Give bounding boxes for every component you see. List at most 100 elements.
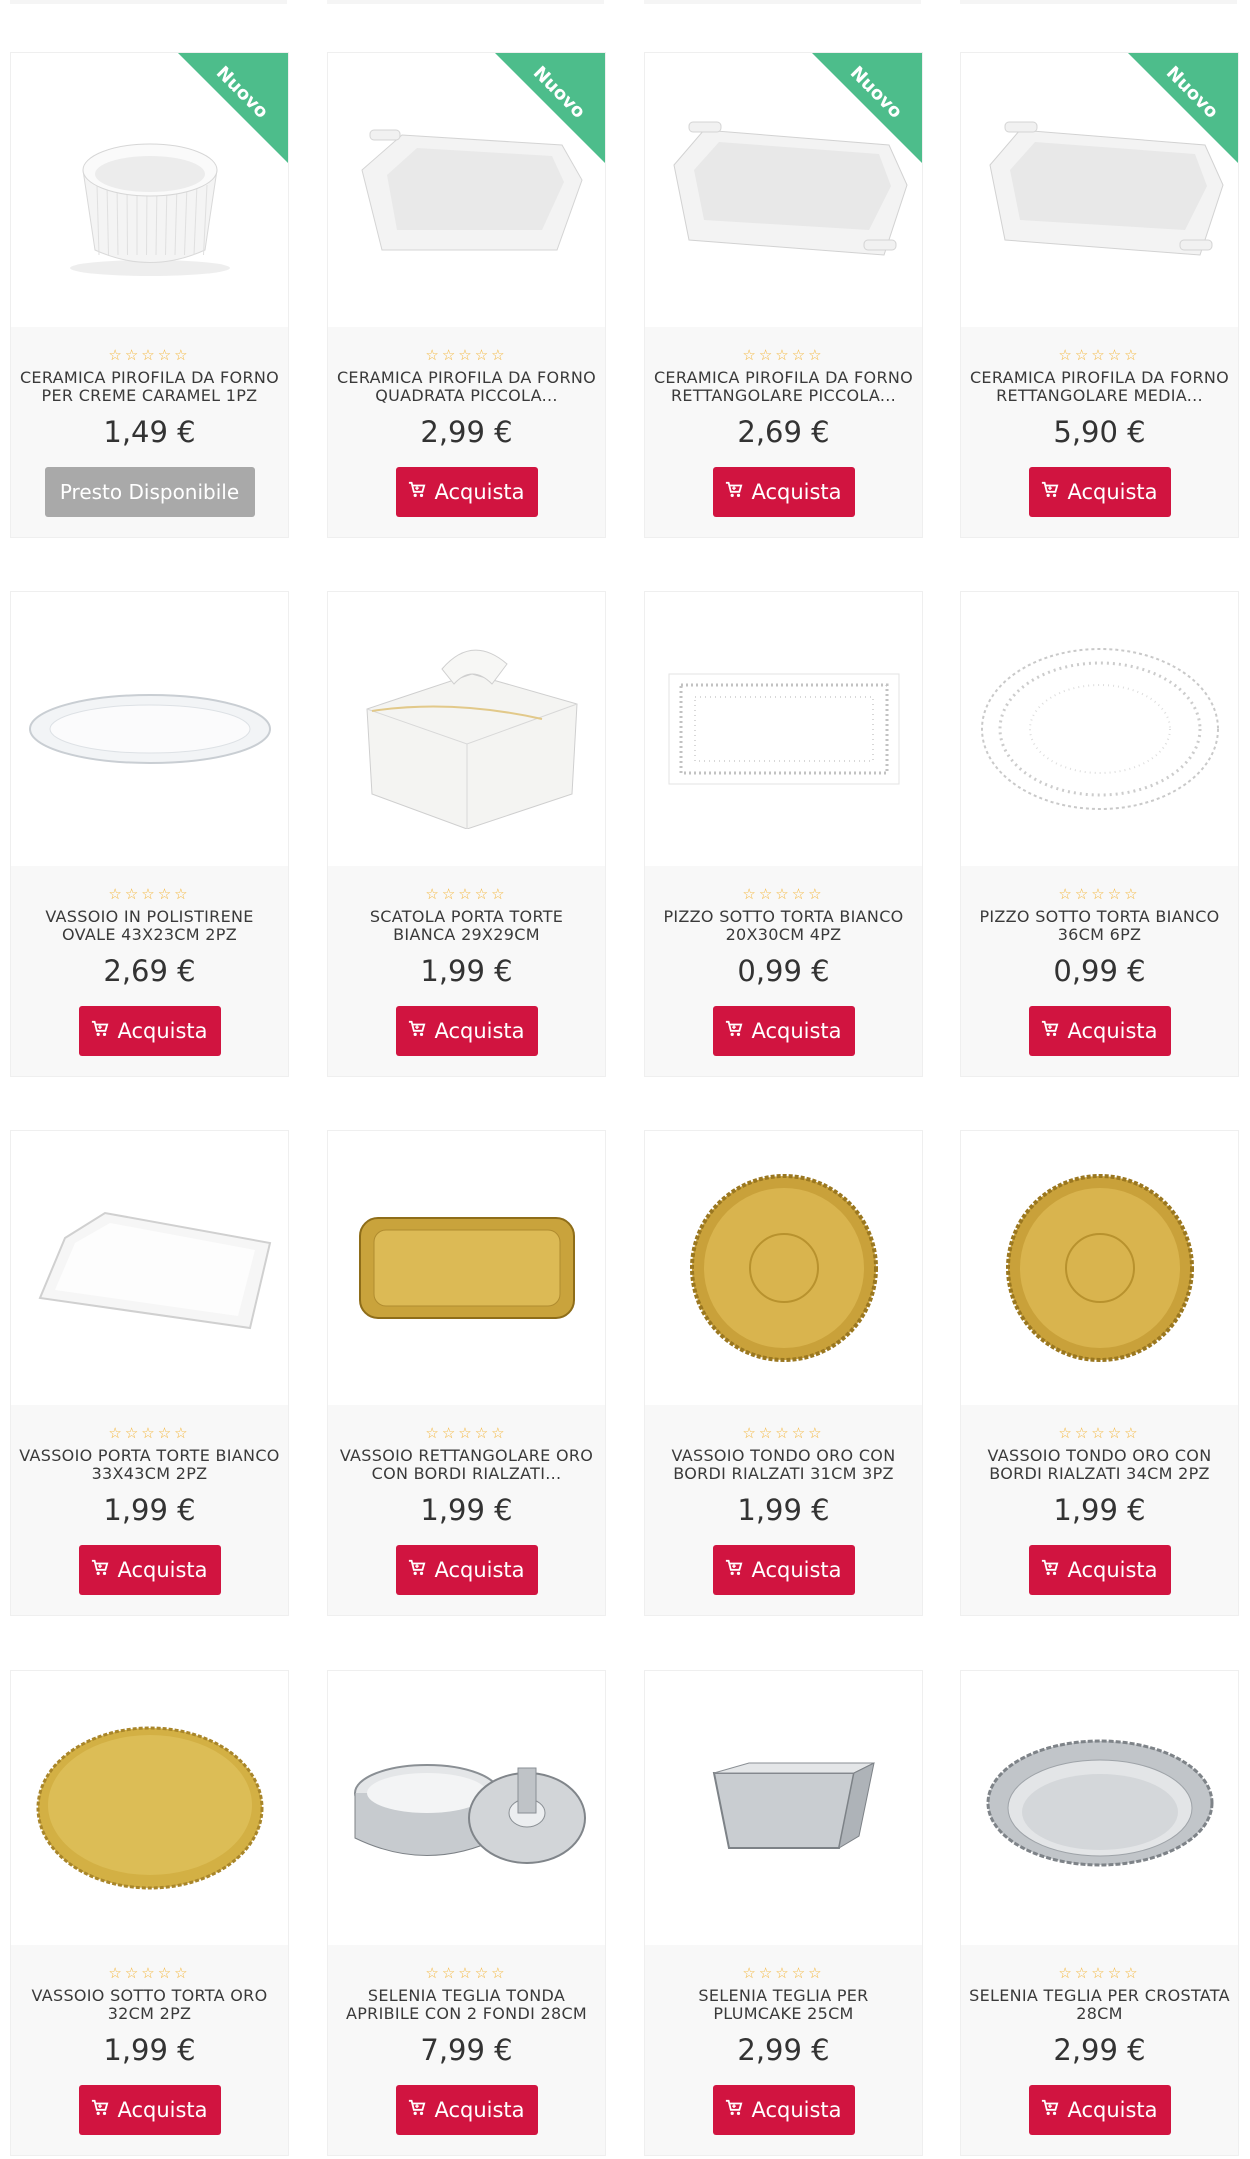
product-name[interactable]: SELENIA TEGLIA TONDA APRIBILE CON 2 FOND…	[336, 1987, 597, 2023]
product-name[interactable]: VASSOIO SOTTO TORTA ORO 32CM 2PZ	[19, 1987, 280, 2023]
buy-button-label: Acquista	[1067, 2098, 1158, 2122]
product-image[interactable]	[645, 1671, 922, 1945]
rating-stars[interactable]: ☆☆☆☆☆	[961, 1964, 1238, 1982]
product-card[interactable]: ☆☆☆☆☆ VASSOIO SOTTO TORTA ORO 32CM 2PZ 1…	[10, 1670, 289, 2156]
product-name[interactable]: PIZZO SOTTO TORTA BIANCO 20X30CM 4PZ	[653, 908, 914, 944]
product-name[interactable]: CERAMICA PIROFILA DA FORNO RETTANGOLARE …	[969, 369, 1230, 405]
product-card[interactable]: ☆☆☆☆☆ PIZZO SOTTO TORTA BIANCO 20X30CM 4…	[644, 591, 923, 1077]
buy-button[interactable]: Acquista	[712, 1006, 855, 1056]
product-card[interactable]: ☆☆☆☆☆ SELENIA TEGLIA PER PLUMCAKE 25CM 2…	[644, 1670, 923, 2156]
product-card[interactable]: ☆☆☆☆☆ SCATOLA PORTA TORTE BIANCA 29X29CM…	[327, 591, 606, 1077]
buy-button[interactable]: Acquista	[712, 467, 855, 517]
rating-stars[interactable]: ☆☆☆☆☆	[961, 1424, 1238, 1442]
buy-button-label: Acquista	[751, 1558, 842, 1582]
buy-button[interactable]: Acquista	[1028, 467, 1171, 517]
product-image[interactable]	[645, 592, 922, 866]
buy-button-label: Acquista	[1067, 480, 1158, 504]
product-card[interactable]: ☆☆☆☆☆ VASSOIO IN POLISTIRENE OVALE 43X23…	[10, 591, 289, 1077]
buy-button[interactable]: Acquista	[712, 2085, 855, 2135]
product-name[interactable]: SCATOLA PORTA TORTE BIANCA 29X29CM	[336, 908, 597, 944]
product-card[interactable]: Nuovo ☆☆☆☆☆ CERAMICA PIROFILA DA FORNO R…	[644, 52, 923, 538]
product-name[interactable]: VASSOIO TONDO ORO CON BORDI RIALZATI 31C…	[653, 1447, 914, 1483]
product-name[interactable]: VASSOIO RETTANGOLARE ORO CON BORDI RIALZ…	[336, 1447, 597, 1483]
product-info: ☆☆☆☆☆ VASSOIO RETTANGOLARE ORO CON BORDI…	[328, 1405, 605, 1615]
buy-button[interactable]: Acquista	[78, 2085, 221, 2135]
product-card[interactable]: ☆☆☆☆☆ PIZZO SOTTO TORTA BIANCO 36CM 6PZ …	[960, 591, 1239, 1077]
product-card[interactable]: ☆☆☆☆☆ VASSOIO RETTANGOLARE ORO CON BORDI…	[327, 1130, 606, 1616]
rating-stars[interactable]: ☆☆☆☆☆	[328, 885, 605, 903]
cart-icon	[725, 1558, 743, 1582]
cart-icon	[408, 2098, 426, 2122]
product-image[interactable]	[328, 1671, 605, 1945]
buy-button[interactable]: Acquista	[395, 1006, 538, 1056]
product-price: 7,99 €	[420, 2033, 513, 2067]
buy-button[interactable]: Acquista	[395, 467, 538, 517]
buy-button[interactable]: Acquista	[1028, 1006, 1171, 1056]
product-card[interactable]: ☆☆☆☆☆ SELENIA TEGLIA TONDA APRIBILE CON …	[327, 1670, 606, 2156]
rating-stars[interactable]: ☆☆☆☆☆	[645, 346, 922, 364]
product-image[interactable]	[961, 1671, 1238, 1945]
cart-icon	[408, 480, 426, 504]
product-image[interactable]	[11, 1671, 288, 1945]
product-name[interactable]: SELENIA TEGLIA PER PLUMCAKE 25CM	[653, 1987, 914, 2023]
product-image[interactable]	[11, 1131, 288, 1405]
buy-button-label: Acquista	[1067, 1019, 1158, 1043]
product-info: ☆☆☆☆☆ VASSOIO TONDO ORO CON BORDI RIALZA…	[645, 1405, 922, 1615]
buy-button[interactable]: Acquista	[1028, 2085, 1171, 2135]
product-price: 0,99 €	[737, 954, 830, 988]
product-price: 1,99 €	[420, 1493, 513, 1527]
coming-soon-button: Presto Disponibile	[44, 467, 255, 517]
rating-stars[interactable]: ☆☆☆☆☆	[645, 885, 922, 903]
rating-stars[interactable]: ☆☆☆☆☆	[645, 1964, 922, 1982]
product-name[interactable]: VASSOIO IN POLISTIRENE OVALE 43X23CM 2PZ	[19, 908, 280, 944]
product-card[interactable]: Nuovo ☆☆☆☆☆ CERAMICA PIROFILA DA FORNO R…	[960, 52, 1239, 538]
product-card[interactable]: ☆☆☆☆☆ VASSOIO PORTA TORTE BIANCO 33X43CM…	[10, 1130, 289, 1616]
buy-button[interactable]: Acquista	[1028, 1545, 1171, 1595]
rating-stars[interactable]: ☆☆☆☆☆	[328, 346, 605, 364]
cart-icon	[725, 1019, 743, 1043]
cart-icon	[408, 1019, 426, 1043]
product-image[interactable]	[328, 1131, 605, 1405]
product-price: 2,99 €	[737, 2033, 830, 2067]
product-image[interactable]	[961, 592, 1238, 866]
product-name[interactable]: PIZZO SOTTO TORTA BIANCO 36CM 6PZ	[969, 908, 1230, 944]
product-card[interactable]: Nuovo ☆☆☆☆☆ CERAMICA PIROFILA DA FORNO Q…	[327, 52, 606, 538]
product-image[interactable]	[961, 1131, 1238, 1405]
product-name[interactable]: VASSOIO PORTA TORTE BIANCO 33X43CM 2PZ	[19, 1447, 280, 1483]
product-name[interactable]: CERAMICA PIROFILA DA FORNO PER CREME CAR…	[19, 369, 280, 405]
rating-stars[interactable]: ☆☆☆☆☆	[961, 885, 1238, 903]
product-info: ☆☆☆☆☆ PIZZO SOTTO TORTA BIANCO 36CM 6PZ …	[961, 866, 1238, 1076]
product-info: ☆☆☆☆☆ CERAMICA PIROFILA DA FORNO QUADRAT…	[328, 327, 605, 537]
product-price: 1,99 €	[737, 1493, 830, 1527]
product-image[interactable]	[645, 1131, 922, 1405]
product-name[interactable]: VASSOIO TONDO ORO CON BORDI RIALZATI 34C…	[969, 1447, 1230, 1483]
rating-stars[interactable]: ☆☆☆☆☆	[961, 346, 1238, 364]
new-badge: Nuovo	[178, 53, 288, 163]
rating-stars[interactable]: ☆☆☆☆☆	[645, 1424, 922, 1442]
rating-stars[interactable]: ☆☆☆☆☆	[11, 1424, 288, 1442]
product-name[interactable]: CERAMICA PIROFILA DA FORNO RETTANGOLARE …	[653, 369, 914, 405]
rating-stars[interactable]: ☆☆☆☆☆	[328, 1964, 605, 1982]
product-card[interactable]: ☆☆☆☆☆ VASSOIO TONDO ORO CON BORDI RIALZA…	[960, 1130, 1239, 1616]
product-card[interactable]: ☆☆☆☆☆ SELENIA TEGLIA PER CROSTATA 28CM 2…	[960, 1670, 1239, 2156]
rating-stars[interactable]: ☆☆☆☆☆	[11, 885, 288, 903]
rating-stars[interactable]: ☆☆☆☆☆	[328, 1424, 605, 1442]
product-info: ☆☆☆☆☆ CERAMICA PIROFILA DA FORNO RETTANG…	[645, 327, 922, 537]
product-card[interactable]: Nuovo ☆☆☆☆☆ CERAMICA PIROFILA DA FORNO P…	[10, 52, 289, 538]
product-price: 2,69 €	[737, 415, 830, 449]
product-image[interactable]	[328, 592, 605, 866]
product-image[interactable]	[11, 592, 288, 866]
buy-button[interactable]: Acquista	[712, 1545, 855, 1595]
rating-stars[interactable]: ☆☆☆☆☆	[11, 1964, 288, 1982]
buy-button[interactable]: Acquista	[78, 1006, 221, 1056]
rating-stars[interactable]: ☆☆☆☆☆	[11, 346, 288, 364]
buy-button[interactable]: Acquista	[395, 1545, 538, 1595]
product-name[interactable]: CERAMICA PIROFILA DA FORNO QUADRATA PICC…	[336, 369, 597, 405]
product-name[interactable]: SELENIA TEGLIA PER CROSTATA 28CM	[969, 1987, 1230, 2023]
product-card[interactable]: ☆☆☆☆☆ VASSOIO TONDO ORO CON BORDI RIALZA…	[644, 1130, 923, 1616]
buy-button-label: Acquista	[751, 1019, 842, 1043]
buy-button[interactable]: Acquista	[78, 1545, 221, 1595]
buy-button[interactable]: Acquista	[395, 2085, 538, 2135]
product-price: 0,99 €	[1053, 954, 1146, 988]
product-price: 5,90 €	[1053, 415, 1146, 449]
